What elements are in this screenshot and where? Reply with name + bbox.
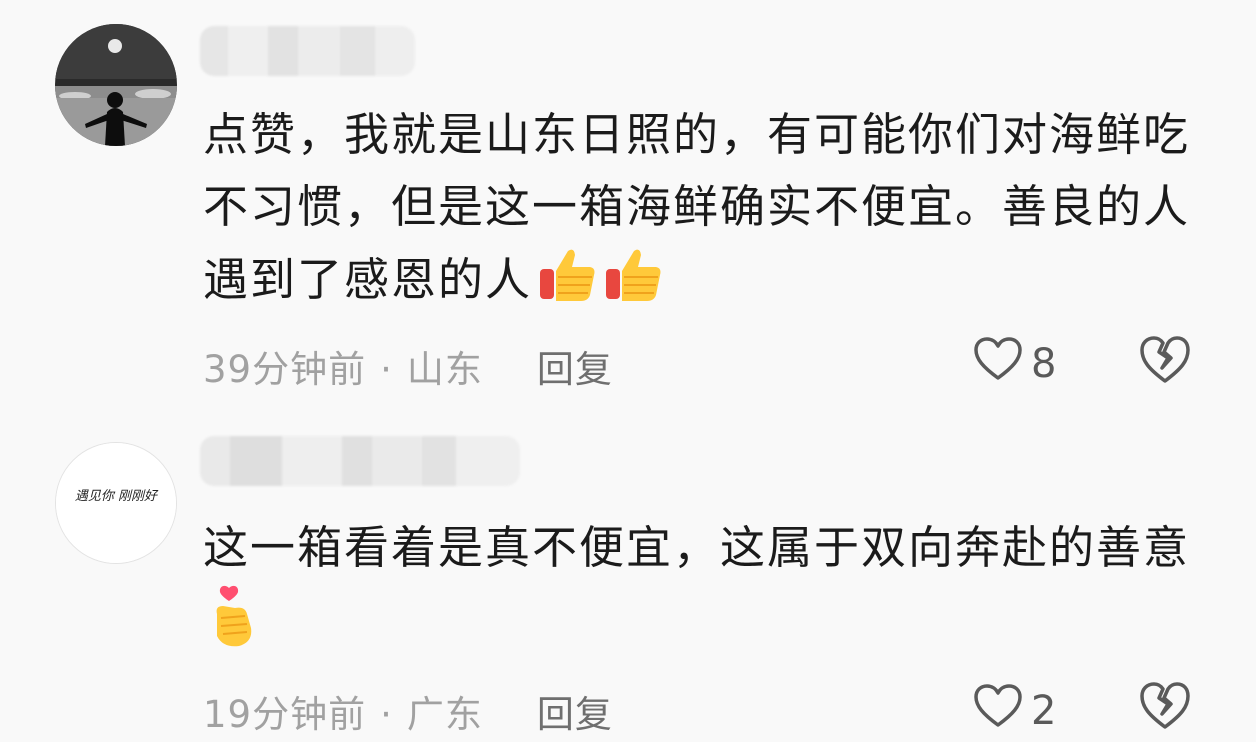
- like-count: 2: [1031, 688, 1057, 734]
- comment-item: 点赞，我就是山东日照的，有可能你们对海鲜吃不习惯，但是这一箱海鲜确实不便宜。善良…: [0, 0, 1256, 400]
- thumbs-up-icon: [536, 243, 598, 326]
- dislike-button[interactable]: [1138, 680, 1192, 732]
- avatar-handwriting: 遇见你 刚刚好: [75, 489, 159, 504]
- comment-location: 山东: [406, 348, 483, 391]
- comment-item: 遇见你 刚刚好 这一箱看着是真不便宜，这属于双向奔赴的善意 19分钟前 · 广东 回复…: [0, 400, 1256, 742]
- thumbs-up-icon: [602, 243, 664, 326]
- comment-time: 19分钟前: [203, 693, 367, 736]
- comment-meta: 39分钟前 · 山东 回复: [203, 339, 613, 393]
- meta-separator: ·: [380, 693, 393, 736]
- username-blurred[interactable]: [200, 436, 520, 486]
- heart-outline-icon: [973, 683, 1023, 739]
- user-avatar[interactable]: 遇见你 刚刚好: [55, 442, 177, 564]
- username-blurred[interactable]: [200, 26, 415, 76]
- reply-button[interactable]: 回复: [537, 693, 613, 736]
- comment-text: 点赞，我就是山东日照的，有可能你们对海鲜吃不习惯，但是这一箱海鲜确实不便宜。善良…: [203, 99, 1213, 326]
- like-count: 8: [1031, 341, 1057, 387]
- heart-outline-icon: [973, 336, 1023, 392]
- comment-location: 广东: [406, 693, 483, 736]
- reply-button[interactable]: 回复: [537, 348, 613, 391]
- meta-separator: ·: [380, 348, 393, 391]
- comment-time: 39分钟前: [203, 348, 367, 391]
- comment-text: 这一箱看着是真不便宜，这属于双向奔赴的善意: [203, 512, 1213, 671]
- like-button[interactable]: 2: [973, 683, 1056, 739]
- broken-heart-icon: [1138, 336, 1192, 390]
- broken-heart-icon: [1138, 682, 1192, 736]
- comment-body: 这一箱看着是真不便宜，这属于双向奔赴的善意: [203, 521, 1191, 574]
- dislike-button[interactable]: [1138, 334, 1192, 386]
- finger-heart-icon: [207, 584, 263, 671]
- comment-meta: 19分钟前 · 广东 回复: [203, 684, 613, 738]
- comment-body: 点赞，我就是山东日照的，有可能你们对海鲜吃不习惯，但是这一箱海鲜确实不便宜。善良…: [203, 108, 1191, 306]
- like-button[interactable]: 8: [973, 336, 1056, 392]
- user-avatar[interactable]: [55, 24, 177, 146]
